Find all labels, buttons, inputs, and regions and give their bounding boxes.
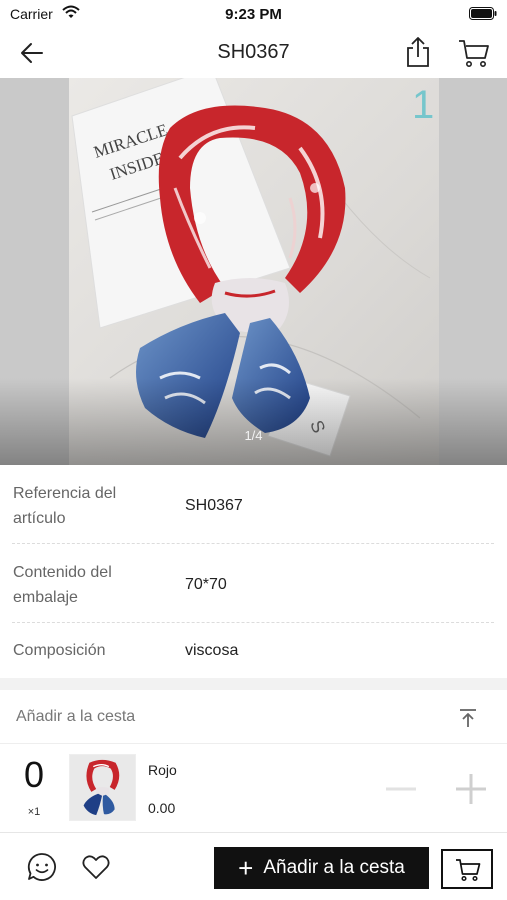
add-to-cart-button-label: Añadir a la cesta xyxy=(263,857,405,878)
spec-row-packaging: Contenido del embalaje 70*70 xyxy=(12,558,494,623)
variant-price: 0.00 xyxy=(148,800,176,816)
product-specifications: Referencia del artículo SH0367 Contenido… xyxy=(0,465,507,678)
status-bar: Carrier 9:23 PM xyxy=(0,0,507,28)
corner-mark: 1 xyxy=(412,83,434,127)
chat-icon[interactable] xyxy=(27,852,57,882)
add-to-cart-section-header: Añadir a la cesta xyxy=(0,690,507,744)
back-arrow-icon[interactable] xyxy=(18,39,46,67)
add-to-cart-section-title: Añadir a la cesta xyxy=(16,708,136,725)
add-to-cart-button[interactable]: + Añadir a la cesta xyxy=(214,847,429,889)
product-photo: MIRACLE INSIDE S 1 xyxy=(0,78,507,465)
section-divider xyxy=(0,678,507,690)
plus-icon: + xyxy=(238,853,254,883)
variant-thumbnail[interactable] xyxy=(69,754,136,821)
spec-row-reference: Referencia del artículo SH0367 xyxy=(12,479,494,544)
variant-quantity: 0 xyxy=(23,754,45,795)
cart-icon xyxy=(456,859,481,882)
variant-row: 0 ×1 Rojo 0.00 xyxy=(0,744,507,832)
bottom-action-bar: + Añadir a la cesta xyxy=(0,832,507,900)
spec-label: Referencia del artículo xyxy=(13,485,117,527)
spec-value: 70*70 xyxy=(185,576,227,593)
gallery-page-indicator: 1/4 xyxy=(244,428,263,443)
status-time: 9:23 PM xyxy=(225,6,282,23)
share-icon[interactable] xyxy=(403,36,433,68)
product-image-gallery[interactable]: MIRACLE INSIDE S 1 1/4 xyxy=(0,78,507,465)
cart-button[interactable] xyxy=(441,849,493,889)
spec-value: viscosa xyxy=(185,642,239,659)
variant-color-name: Rojo xyxy=(148,762,177,778)
collapse-to-top-icon[interactable] xyxy=(457,707,479,729)
spec-row-composition: Composición viscosa xyxy=(12,637,494,667)
spec-label: Contenido del embalaje xyxy=(13,564,112,606)
battery-icon xyxy=(469,7,497,20)
navigation-bar: SH0367 xyxy=(0,28,507,78)
plus-icon[interactable] xyxy=(452,770,490,808)
heart-icon[interactable] xyxy=(82,854,110,880)
cart-icon[interactable] xyxy=(458,38,490,68)
spec-value: SH0367 xyxy=(185,497,243,514)
spec-label: Composición xyxy=(13,642,106,659)
variant-multiplier: ×1 xyxy=(27,806,41,818)
minus-icon[interactable] xyxy=(382,770,420,808)
